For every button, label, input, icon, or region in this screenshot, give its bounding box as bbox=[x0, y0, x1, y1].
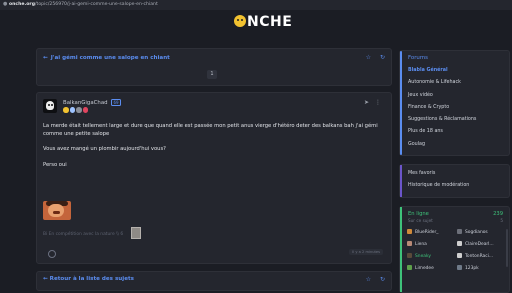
online-user[interactable]: Sneaky bbox=[407, 253, 431, 260]
forum-list: Blabla Général Autonomie & Lifehack Jeux… bbox=[408, 67, 476, 153]
logo-text: NCHE bbox=[247, 14, 293, 30]
user-avatar bbox=[407, 229, 412, 234]
badge-icon bbox=[63, 107, 69, 113]
user-name: ClaireDearl... bbox=[465, 242, 494, 247]
online-user[interactable]: Sogdianos bbox=[457, 229, 488, 236]
user-avatar bbox=[407, 241, 412, 246]
post-author[interactable]: BalkanGigaChad bbox=[63, 100, 108, 106]
topic-header-card: ← J'ai gémi comme une salope en chiant ☆ … bbox=[36, 48, 392, 86]
links-panel: Mes favoris Historique de modération bbox=[399, 164, 510, 198]
url-text[interactable]: onche.org/topic/256970/j-ai-gemi-comme-u… bbox=[9, 2, 158, 7]
panel-accent bbox=[400, 51, 402, 155]
user-name: Liena bbox=[415, 242, 427, 247]
site-logo[interactable]: NCHE bbox=[234, 14, 292, 30]
favorites-link[interactable]: Mes favoris bbox=[408, 171, 469, 183]
smiley-logo-icon bbox=[234, 15, 246, 27]
user-name: TontonRaci... bbox=[465, 254, 494, 259]
topic-title: J'ai gémi comme une salope en chiant bbox=[50, 55, 170, 61]
forum-item-finance[interactable]: Finance & Crypto bbox=[408, 104, 476, 116]
user-name: 123pk bbox=[465, 266, 479, 271]
back-nav-card: ← Retour à la liste des sujets ☆ ↻ bbox=[36, 271, 392, 291]
user-avatar bbox=[457, 253, 462, 258]
moderation-history-link[interactable]: Historique de modération bbox=[408, 183, 469, 195]
post-paragraph: La merde était tellement large et dure q… bbox=[43, 123, 378, 137]
online-user[interactable]: Limedee bbox=[407, 265, 434, 272]
page-button-1[interactable]: 1 bbox=[207, 70, 217, 79]
star-icon[interactable]: ☆ bbox=[366, 276, 371, 283]
forum-item-autonomie[interactable]: Autonomie & Lifehack bbox=[408, 79, 476, 91]
panel-accent bbox=[400, 207, 402, 292]
back-label: Retour à la liste des sujets bbox=[49, 276, 134, 282]
user-name: Limedee bbox=[415, 266, 434, 271]
badge-icon bbox=[82, 107, 88, 113]
online-panel: En ligne 239 Sur ce sujet 5 BlueRider_ So… bbox=[399, 206, 510, 293]
forums-heading: Forums bbox=[408, 55, 428, 61]
refresh-icon[interactable]: ↻ bbox=[380, 276, 385, 283]
post-paragraph: Perso oui bbox=[43, 161, 67, 168]
user-avatar bbox=[457, 229, 462, 234]
arrow-left-icon: ← bbox=[43, 55, 48, 61]
signature-image bbox=[131, 227, 141, 239]
user-avatar bbox=[457, 241, 462, 246]
user-avatar bbox=[407, 265, 412, 270]
star-icon[interactable]: ☆ bbox=[366, 54, 371, 61]
online-user[interactable]: ClaireDearl... bbox=[457, 241, 494, 248]
forums-panel: Forums Blabla Général Autonomie & Lifeha… bbox=[399, 50, 510, 156]
online-topic-count: 5 bbox=[500, 218, 503, 223]
refresh-icon[interactable]: ↻ bbox=[380, 54, 385, 61]
online-topic-label: Sur ce sujet bbox=[408, 218, 433, 223]
sticker-image bbox=[43, 201, 71, 220]
badge-icon bbox=[69, 107, 75, 113]
forum-item-jeux-video[interactable]: Jeux vidéo bbox=[408, 92, 476, 104]
user-name: Sneaky bbox=[415, 254, 431, 259]
post-signature: Bi En compétition avec la nature \\ 6 bbox=[43, 232, 124, 237]
user-name: BlueRider_ bbox=[415, 230, 439, 235]
online-heading: En ligne bbox=[408, 211, 429, 217]
online-user[interactable]: BlueRider_ bbox=[407, 229, 438, 236]
share-icon[interactable]: ➤ bbox=[364, 99, 369, 106]
forum-item-18plus[interactable]: Plus de 18 ans bbox=[408, 128, 476, 140]
online-count: 239 bbox=[493, 211, 503, 217]
author-badges bbox=[63, 107, 89, 113]
badge-icon bbox=[76, 107, 82, 113]
user-avatar bbox=[457, 265, 462, 270]
forum-item-blabla[interactable]: Blabla Général bbox=[408, 67, 476, 79]
post-date: Il y a 2 minutes bbox=[349, 249, 383, 255]
avatar[interactable] bbox=[43, 99, 57, 113]
forum-item-suggestions[interactable]: Suggestions & Réclamations bbox=[408, 116, 476, 128]
back-to-topics-link[interactable]: ← Retour à la liste des sujets bbox=[43, 276, 134, 282]
forum-item-goulag[interactable]: Goulag bbox=[408, 141, 476, 153]
arrow-left-icon: ← bbox=[43, 276, 50, 282]
post-card: BalkanGigaChad 69 ➤ ⋮ La merde était tel… bbox=[36, 92, 392, 264]
user-name: Sogdianos bbox=[465, 230, 488, 235]
scrollbar[interactable] bbox=[506, 229, 508, 267]
post-body: La merde était tellement large et dure q… bbox=[43, 123, 383, 177]
url-path: /topic/256970/j-ai-gemi-comme-une-salope… bbox=[35, 1, 158, 7]
online-user[interactable]: Liena bbox=[407, 241, 427, 248]
reaction-icon[interactable] bbox=[48, 250, 56, 258]
topic-title-link[interactable]: ← J'ai gémi comme une salope en chiant bbox=[43, 55, 170, 61]
lock-icon: ● bbox=[3, 1, 8, 7]
user-avatar bbox=[407, 253, 412, 258]
author-level-badge: 69 bbox=[111, 99, 122, 106]
links-list: Mes favoris Historique de modération bbox=[408, 171, 469, 195]
panel-accent bbox=[400, 165, 402, 197]
post-paragraph: Vous avez mangé un plombir aujourd'hui v… bbox=[43, 146, 166, 152]
url-host: onche.org bbox=[9, 1, 35, 7]
online-user[interactable]: 123pk bbox=[457, 265, 479, 272]
online-user[interactable]: TontonRaci... bbox=[457, 253, 493, 260]
more-options-icon[interactable]: ⋮ bbox=[375, 99, 381, 106]
